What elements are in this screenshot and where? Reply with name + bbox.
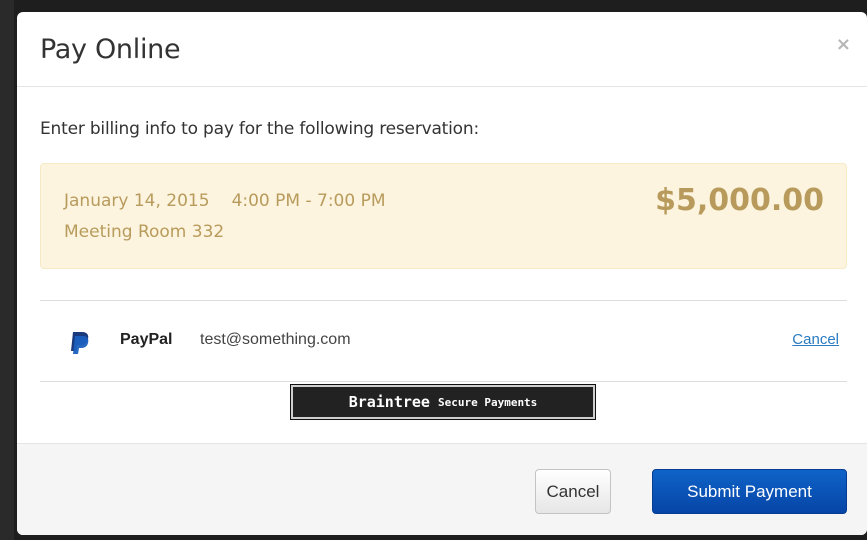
payment-method-row: PayPal test@something.com Cancel xyxy=(40,301,847,381)
braintree-secure-badge: Braintree Secure Payments xyxy=(290,384,596,420)
payment-account-email: test@something.com xyxy=(200,331,351,348)
modal-title: Pay Online xyxy=(40,34,181,65)
badge-subtitle: Secure Payments xyxy=(437,395,538,409)
paypal-icon xyxy=(71,332,89,354)
reservation-room: Meeting Room 332 xyxy=(64,222,225,242)
cancel-payment-method-link[interactable]: Cancel xyxy=(792,331,839,348)
pay-online-modal: Pay Online × Enter billing info to pay f… xyxy=(17,12,867,535)
badge-name: Braintree xyxy=(348,393,430,411)
cancel-button[interactable]: Cancel xyxy=(535,469,611,514)
divider xyxy=(40,381,847,382)
modal-backdrop xyxy=(0,0,14,540)
modal-footer: Cancel Submit Payment xyxy=(17,443,867,535)
payment-provider-name: PayPal xyxy=(120,331,173,348)
close-icon[interactable]: × xyxy=(836,34,851,55)
reservation-time: 4:00 PM - 7:00 PM xyxy=(231,191,386,211)
reservation-summary: January 14, 2015 4:00 PM - 7:00 PM Meetin… xyxy=(40,163,847,269)
reservation-datetime: January 14, 2015 4:00 PM - 7:00 PM xyxy=(64,191,386,211)
reservation-date: January 14, 2015 xyxy=(64,191,210,211)
reservation-amount: $5,000.00 xyxy=(655,183,824,218)
modal-header: Pay Online × xyxy=(17,12,867,87)
billing-intro-text: Enter billing info to pay for the follow… xyxy=(40,119,479,139)
submit-payment-button[interactable]: Submit Payment xyxy=(652,469,847,514)
